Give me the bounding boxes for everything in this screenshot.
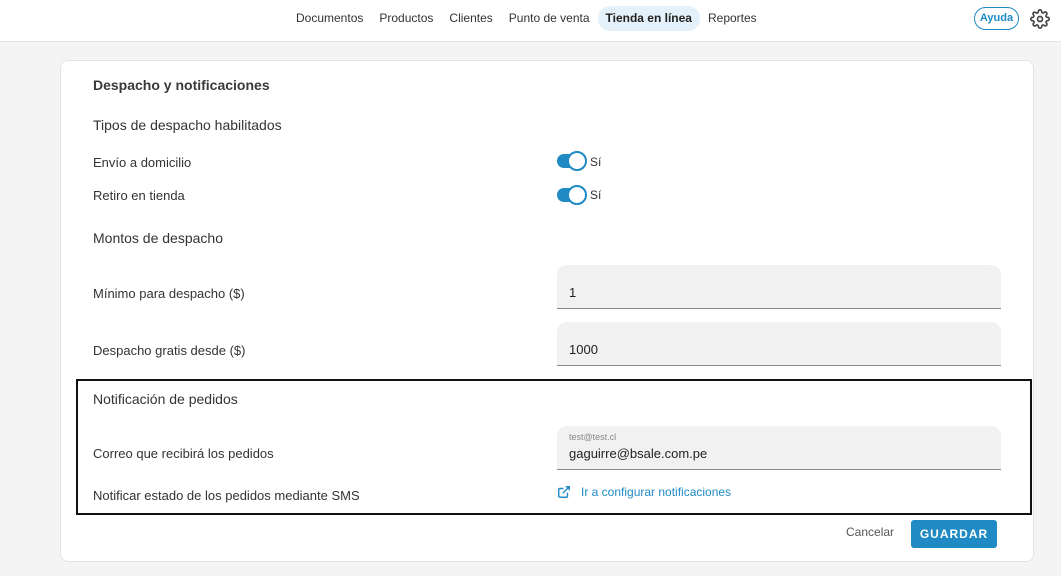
order-email-label: Correo que recibirá los pedidos: [93, 446, 274, 461]
free-shipping-input[interactable]: [569, 342, 989, 357]
home-delivery-toggle[interactable]: [557, 151, 587, 171]
store-pickup-state: Sí: [590, 188, 602, 202]
order-email-field[interactable]: test@test.cl: [557, 426, 1001, 470]
cancel-button[interactable]: Cancelar: [846, 525, 894, 539]
toggle-knob: [567, 185, 587, 205]
order-email-placeholder: test@test.cl: [569, 432, 617, 442]
external-link-icon: [558, 486, 570, 498]
minimum-shipping-label: Mínimo para despacho ($): [93, 286, 245, 301]
home-delivery-label: Envío a domicilio: [93, 155, 192, 170]
nav-productos[interactable]: Productos: [371, 6, 441, 31]
configure-notifications-text: Ir a configurar notificaciones: [581, 485, 732, 499]
minimum-shipping-field[interactable]: [557, 265, 1001, 309]
order-email-input[interactable]: [569, 446, 989, 461]
sms-notification-label: Notificar estado de los pedidos mediante…: [93, 488, 360, 503]
minimum-shipping-input[interactable]: [569, 285, 989, 300]
home-delivery-state: Sí: [590, 155, 602, 169]
store-pickup-label: Retiro en tienda: [93, 188, 185, 203]
configure-notifications-link[interactable]: Ir a configurar notificaciones: [557, 485, 731, 499]
save-button[interactable]: GUARDAR: [911, 520, 997, 548]
free-shipping-label: Despacho gratis desde ($): [93, 343, 246, 358]
help-button[interactable]: Ayuda: [974, 7, 1019, 30]
main-nav: Documentos Productos Clientes Punto de v…: [288, 6, 765, 31]
shipping-amounts-heading: Montos de despacho: [93, 230, 223, 246]
top-navigation-bar: Documentos Productos Clientes Punto de v…: [0, 0, 1061, 42]
nav-clientes[interactable]: Clientes: [441, 6, 500, 31]
gear-icon[interactable]: [1030, 9, 1050, 29]
toggle-knob: [567, 151, 587, 171]
nav-reportes[interactable]: Reportes: [700, 6, 765, 31]
store-pickup-toggle[interactable]: [557, 185, 587, 205]
order-notifications-heading: Notificación de pedidos: [93, 391, 238, 407]
shipping-types-heading: Tipos de despacho habilitados: [93, 117, 282, 133]
nav-documentos[interactable]: Documentos: [288, 6, 371, 31]
card-title: Despacho y notificaciones: [93, 77, 270, 93]
nav-punto-de-venta[interactable]: Punto de venta: [501, 6, 598, 31]
free-shipping-field[interactable]: [557, 322, 1001, 366]
nav-tienda-en-linea[interactable]: Tienda en línea: [597, 6, 700, 31]
